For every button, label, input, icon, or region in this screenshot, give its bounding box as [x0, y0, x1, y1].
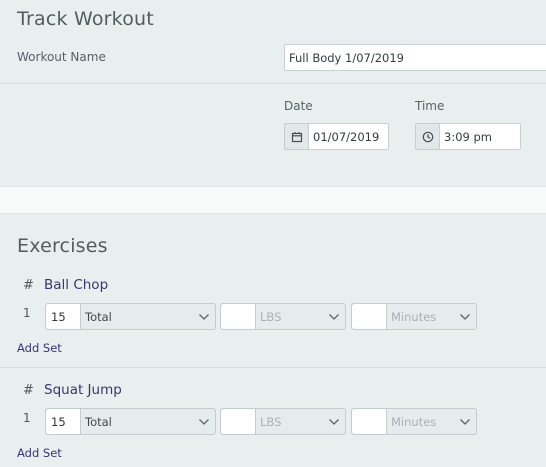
- workout-name-label: Workout Name: [17, 50, 106, 64]
- section-divider: [0, 83, 546, 84]
- duration-unit: Minutes: [391, 309, 437, 324]
- exercises-title: Exercises: [17, 235, 108, 257]
- weight-input[interactable]: [221, 409, 256, 434]
- reps-unit: Total: [85, 309, 112, 324]
- date-input[interactable]: 01/07/2019: [308, 123, 389, 150]
- set-column-header: #: [23, 383, 34, 398]
- calendar-icon: [284, 123, 308, 150]
- set-number: 1: [23, 306, 31, 320]
- set-column-header: #: [23, 278, 34, 293]
- duration-input[interactable]: [352, 304, 387, 329]
- chevron-down-icon: [454, 409, 476, 434]
- exercise-name-ball-chop[interactable]: Ball Chop: [44, 277, 108, 293]
- weight-input[interactable]: [221, 304, 256, 329]
- chevron-down-icon: [454, 304, 476, 329]
- chevron-down-icon: [193, 409, 215, 434]
- page-title: Track Workout: [17, 8, 154, 30]
- reps-input[interactable]: 15: [46, 409, 81, 434]
- date-label: Date: [284, 99, 313, 113]
- time-value: 3:09 pm: [444, 129, 492, 144]
- set-number: 1: [23, 411, 31, 425]
- reps-select[interactable]: 15 Total: [45, 303, 216, 330]
- clock-icon: [415, 123, 439, 150]
- exercise-name-squat-jump[interactable]: Squat Jump: [44, 382, 122, 398]
- exercise-divider: [0, 367, 546, 368]
- weight-unit: LBS: [260, 414, 282, 429]
- time-input[interactable]: 3:09 pm: [439, 123, 521, 150]
- chevron-down-icon: [193, 304, 215, 329]
- date-value: 01/07/2019: [313, 129, 380, 144]
- reps-input[interactable]: 15: [46, 304, 81, 329]
- weight-select[interactable]: LBS: [220, 408, 346, 435]
- weight-select[interactable]: LBS: [220, 303, 346, 330]
- duration-input[interactable]: [352, 409, 387, 434]
- reps-select[interactable]: 15 Total: [45, 408, 216, 435]
- add-set-button[interactable]: Add Set: [17, 341, 62, 355]
- chevron-down-icon: [323, 409, 345, 434]
- duration-unit: Minutes: [391, 414, 437, 429]
- time-label: Time: [415, 99, 445, 113]
- chevron-down-icon: [323, 304, 345, 329]
- add-set-button[interactable]: Add Set: [17, 446, 62, 460]
- workout-name-input[interactable]: Full Body 1/07/2019: [284, 44, 546, 71]
- duration-select[interactable]: Minutes: [351, 408, 477, 435]
- workout-name-value: Full Body 1/07/2019: [289, 50, 404, 65]
- reps-unit: Total: [85, 414, 112, 429]
- weight-unit: LBS: [260, 309, 282, 324]
- duration-select[interactable]: Minutes: [351, 303, 477, 330]
- section-band: [0, 186, 546, 214]
